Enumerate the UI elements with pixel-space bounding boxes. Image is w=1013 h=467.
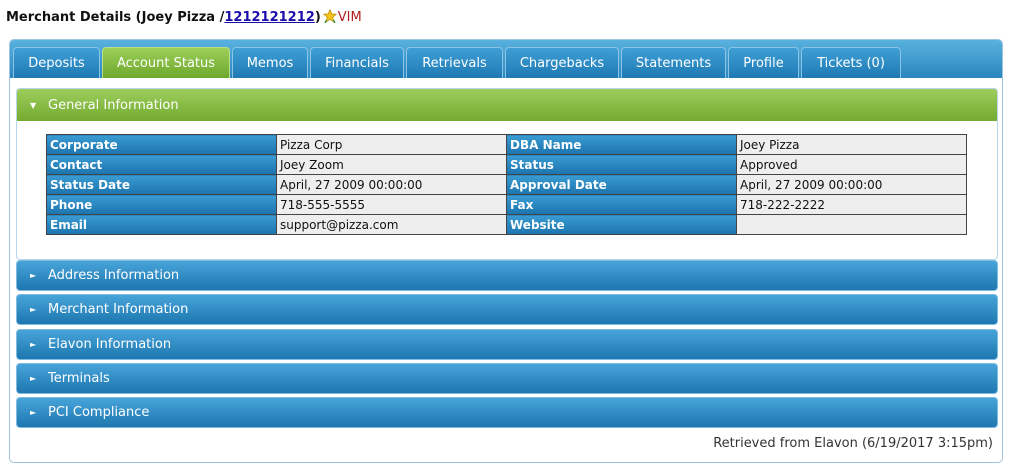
general-information-header[interactable]: ▼ General Information [17, 89, 997, 121]
table-row: Contact Joey Zoom Status Approved [46, 154, 967, 175]
terminals-header[interactable]: ► Terminals [16, 363, 998, 394]
page-title: Merchant Details (Joey Pizza /1212121212… [6, 9, 362, 25]
triangle-right-icon: ► [30, 340, 37, 349]
tab-profile[interactable]: Profile [728, 47, 799, 78]
title-suffix: ) [314, 10, 321, 25]
triangle-right-icon: ► [30, 305, 37, 314]
dba-name-value: Joey Pizza [736, 134, 967, 155]
section-title: Elavon Information [48, 337, 172, 352]
tab-chargebacks[interactable]: Chargebacks [505, 47, 619, 78]
section-title: Merchant Information [48, 302, 189, 317]
triangle-down-icon: ▼ [30, 100, 37, 110]
website-label: Website [506, 214, 737, 235]
contact-value: Joey Zoom [276, 154, 507, 175]
approval-date-label: Approval Date [506, 174, 737, 195]
dba-name-label: DBA Name [506, 134, 737, 155]
tab-bar: Deposits Account Status Memos Financials… [10, 40, 1002, 78]
table-row: Status Date April, 27 2009 00:00:00 Appr… [46, 174, 967, 195]
section-title: General Information [48, 97, 179, 113]
triangle-right-icon: ► [30, 271, 37, 280]
merchant-id-link[interactable]: 1212121212 [224, 10, 314, 25]
tab-deposits[interactable]: Deposits [13, 47, 100, 78]
tab-account-status[interactable]: Account Status [102, 47, 230, 78]
tab-financials[interactable]: Financials [310, 47, 404, 78]
phone-value: 718-555-5555 [276, 194, 507, 215]
tab-statements[interactable]: Statements [621, 47, 726, 78]
address-information-header[interactable]: ► Address Information [16, 260, 998, 291]
general-information-section: ▼ General Information Corporate Pizza Co… [16, 88, 998, 260]
website-value [736, 214, 967, 235]
title-prefix: Merchant Details (Joey Pizza / [6, 10, 225, 25]
fax-label: Fax [506, 194, 737, 215]
tab-tickets[interactable]: Tickets (0) [801, 47, 901, 78]
tab-retrievals[interactable]: Retrievals [406, 47, 503, 78]
section-title: Address Information [48, 268, 180, 283]
section-title: PCI Compliance [48, 405, 150, 420]
pci-compliance-section: ► PCI Compliance [16, 397, 998, 428]
email-value: support@pizza.com [276, 214, 507, 235]
approval-date-value: April, 27 2009 00:00:00 [736, 174, 967, 195]
pci-compliance-header[interactable]: ► PCI Compliance [16, 397, 998, 428]
merchant-panel: Deposits Account Status Memos Financials… [9, 39, 1003, 463]
email-label: Email [46, 214, 277, 235]
triangle-right-icon: ► [30, 408, 37, 417]
triangle-right-icon: ► [30, 374, 37, 383]
table-row: Phone 718-555-5555 Fax 718-222-2222 [46, 194, 967, 215]
status-date-value: April, 27 2009 00:00:00 [276, 174, 507, 195]
elavon-information-header[interactable]: ► Elavon Information [16, 329, 998, 360]
merchant-information-section: ► Merchant Information [16, 294, 998, 325]
status-label: Status [506, 154, 737, 175]
status-value: Approved [736, 154, 967, 175]
section-title: Terminals [48, 371, 110, 386]
elavon-information-section: ► Elavon Information [16, 329, 998, 360]
star-icon [322, 9, 337, 23]
tab-memos[interactable]: Memos [232, 47, 308, 78]
status-date-label: Status Date [46, 174, 277, 195]
retrieved-timestamp: Retrieved from Elavon (6/19/2017 3:15pm) [713, 436, 993, 451]
phone-label: Phone [46, 194, 277, 215]
terminals-section: ► Terminals [16, 363, 998, 394]
general-information-table: Corporate Pizza Corp DBA Name Joey Pizza… [46, 134, 967, 235]
address-information-section: ► Address Information [16, 260, 998, 291]
fax-value: 718-222-2222 [736, 194, 967, 215]
vim-badge: VIM [337, 10, 362, 25]
corporate-label: Corporate [46, 134, 277, 155]
corporate-value: Pizza Corp [276, 134, 507, 155]
table-row: Corporate Pizza Corp DBA Name Joey Pizza [46, 134, 967, 155]
contact-label: Contact [46, 154, 277, 175]
merchant-information-header[interactable]: ► Merchant Information [16, 294, 998, 325]
table-row: Email support@pizza.com Website [46, 214, 967, 235]
